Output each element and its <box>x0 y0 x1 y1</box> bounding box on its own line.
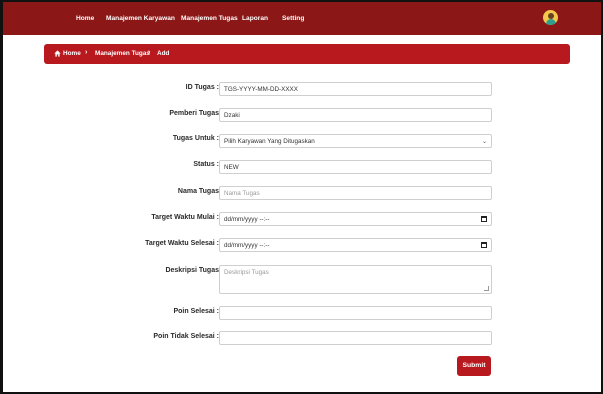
breadcrumb-home[interactable]: Home <box>63 50 81 57</box>
pemberi-tugas-field[interactable]: Dzaki <box>219 108 492 122</box>
id-tugas-field[interactable]: TGS-YYYY-MM-DD-XXXX <box>219 82 492 96</box>
tugas-untuk-select[interactable]: Pilih Karyawan Yang Ditugaskan ⌄ <box>219 134 492 148</box>
nama-tugas-input[interactable]: Nama Tugas <box>219 186 492 200</box>
label-status: Status : <box>193 161 219 168</box>
pemberi-tugas-value: Dzaki <box>224 112 240 119</box>
nama-tugas-placeholder: Nama Tugas <box>224 190 260 197</box>
avatar-head <box>547 12 554 19</box>
label-poin-tidak-selesai: Poin Tidak Selesai : <box>153 333 219 340</box>
status-field[interactable]: NEW <box>219 160 492 174</box>
breadcrumb-manajemen-tugas[interactable]: Manajemen Tugas <box>95 50 150 57</box>
label-nama-tugas: Nama Tugas <box>177 188 219 195</box>
label-pemberi-tugas: Pemberi Tugas <box>169 110 219 117</box>
nav-manajemen-tugas[interactable]: Manajemen Tugas <box>181 15 238 22</box>
deskripsi-textarea[interactable]: Deskripsi Tugas <box>219 265 492 294</box>
nav-laporan[interactable]: Laporan <box>242 15 268 22</box>
nav-manajemen-karyawan[interactable]: Manajemen Karyawan <box>106 15 175 22</box>
breadcrumb-current: Add <box>157 50 170 57</box>
target-mulai-input[interactable]: dd/mm/yyyy --:-- <box>219 212 492 226</box>
home-icon <box>54 50 61 57</box>
poin-selesai-input[interactable] <box>219 306 492 320</box>
submit-button[interactable]: Submit <box>457 356 491 376</box>
nav-home[interactable]: Home <box>76 15 94 22</box>
label-id-tugas: ID Tugas : <box>185 84 219 91</box>
label-target-selesai: Target Waktu Selesai : <box>145 240 219 247</box>
breadcrumb: Home › Manajemen Tugas › Add <box>44 44 570 64</box>
breadcrumb-separator: › <box>85 49 88 56</box>
target-selesai-value: dd/mm/yyyy --:-- <box>224 242 270 249</box>
nav-setting[interactable]: Setting <box>282 15 304 22</box>
tugas-untuk-selected: Pilih Karyawan Yang Ditugaskan <box>224 138 315 145</box>
target-selesai-input[interactable]: dd/mm/yyyy --:-- <box>219 238 492 252</box>
chevron-down-icon: ⌄ <box>481 139 487 145</box>
resize-handle[interactable] <box>484 286 489 291</box>
label-poin-selesai: Poin Selesai : <box>173 308 219 315</box>
breadcrumb-separator: › <box>148 49 151 56</box>
label-deskripsi: Deskripsi Tugas <box>165 267 219 274</box>
user-avatar[interactable] <box>543 10 558 25</box>
poin-tidak-selesai-input[interactable] <box>219 331 492 345</box>
label-target-mulai: Target Waktu Mulai : <box>151 214 219 221</box>
target-mulai-value: dd/mm/yyyy --:-- <box>224 216 270 223</box>
top-navbar: Home Manajemen Karyawan Manajemen Tugas … <box>3 2 601 35</box>
label-tugas-untuk: Tugas Untuk : <box>172 135 219 142</box>
id-tugas-value: TGS-YYYY-MM-DD-XXXX <box>224 86 298 93</box>
calendar-icon[interactable] <box>481 216 487 222</box>
avatar-body <box>545 19 556 25</box>
status-value: NEW <box>224 164 239 171</box>
calendar-icon[interactable] <box>481 242 487 248</box>
deskripsi-placeholder: Deskripsi Tugas <box>224 269 269 276</box>
